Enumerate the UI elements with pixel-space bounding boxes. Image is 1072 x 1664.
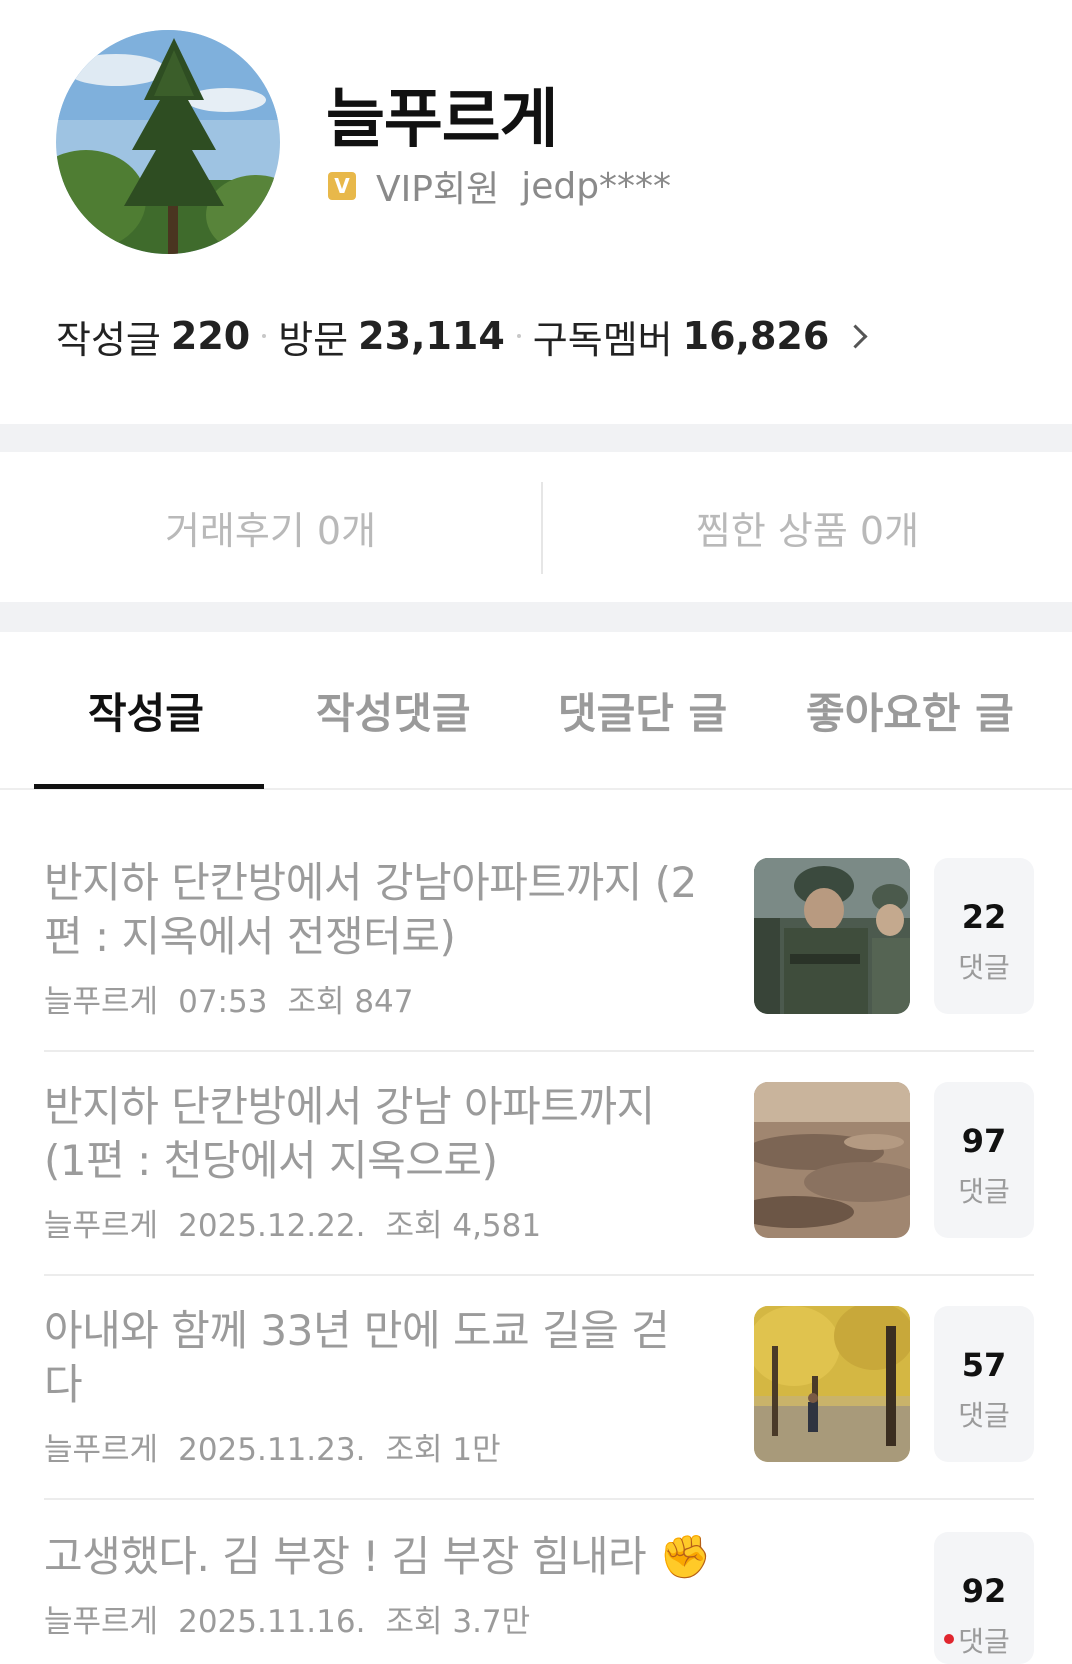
chevron-right-icon[interactable] [843, 323, 868, 349]
post-meta: 늘푸르게 2025.11.16. 조회 3.7만 [44, 1596, 550, 1641]
post-item[interactable]: 고생했다. 김 부장 ! 김 부장 힘내라 ✊ 늘푸르게 2025.11.16. 조… [44, 1530, 1034, 1664]
post-title[interactable]: 반지하 단칸방에서 강남 아파트까지 (1편 : 천당에서 지옥으로) [44, 1080, 704, 1188]
member-info: V VIP회원 jedp**** [328, 165, 672, 210]
post-divider [44, 1050, 1034, 1052]
tab-posts[interactable]: 작성글 [88, 680, 204, 741]
stat-subscribers-label: 구독멤버 [532, 317, 673, 362]
post-item[interactable]: 반지하 단칸방에서 강남아파트까지 (2편 : 지옥에서 전쟁터로) 늘푸르게 0… [44, 856, 1034, 1046]
tab-liked-posts[interactable]: 좋아요한 글 [806, 680, 1014, 741]
stat-separator [262, 334, 267, 338]
comment-count-button[interactable]: 97 댓글 [934, 1082, 1034, 1238]
profile-avatar[interactable] [56, 30, 280, 254]
user-id: jedp**** [521, 165, 672, 207]
comment-count: 97 [961, 1122, 1007, 1160]
profile-nickname: 늘푸르게 [326, 83, 559, 157]
post-date: 2025.11.16. [178, 1604, 366, 1640]
post-thumbnail[interactable] [754, 858, 910, 1014]
post-date: 07:53 [178, 984, 268, 1020]
stat-posts-value: 220 [170, 314, 251, 358]
post-divider [44, 1274, 1034, 1276]
post-thumbnail[interactable] [754, 1306, 910, 1462]
section-separator [0, 424, 1072, 452]
stat-posts-label: 작성글 [56, 317, 161, 362]
comment-label: 댓글 [958, 1175, 1010, 1208]
post-item[interactable]: 아내와 함께 33년 만에 도쿄 길을 걷다 늘푸르게 2025.11.23. 조회… [44, 1304, 1034, 1494]
comment-count-button[interactable]: 57 댓글 [934, 1306, 1034, 1462]
active-tab-indicator [34, 784, 264, 789]
profile-tabs: 작성글 작성댓글 댓글단 글 좋아요한 글 [0, 632, 1072, 790]
comment-count-button[interactable]: 22 댓글 [934, 858, 1034, 1014]
vip-badge-icon: V [328, 172, 356, 200]
post-item[interactable]: 반지하 단칸방에서 강남 아파트까지 (1편 : 천당에서 지옥으로) 늘푸르게… [44, 1080, 1034, 1270]
tab-commented-posts[interactable]: 댓글단 글 [558, 680, 727, 741]
comment-label: 댓글 [958, 951, 1010, 984]
post-views: 조회 3.7만 [385, 1604, 531, 1640]
post-title[interactable]: 반지하 단칸방에서 강남아파트까지 (2편 : 지옥에서 전쟁터로) [44, 856, 704, 964]
section-separator [0, 602, 1072, 632]
post-meta: 늘푸르게 2025.11.23. 조회 1만 [44, 1424, 521, 1469]
post-author: 늘푸르게 [44, 1208, 159, 1244]
stat-visits-value: 23,114 [358, 314, 505, 358]
comment-count: 22 [961, 898, 1007, 936]
post-divider [44, 1498, 1034, 1500]
comment-count: 92 [961, 1572, 1007, 1610]
wishlist-button[interactable]: 찜한 상품 0개 [543, 452, 1072, 602]
trade-reviews-button[interactable]: 거래후기 0개 [0, 452, 541, 602]
tab-comments[interactable]: 작성댓글 [316, 680, 471, 741]
trade-summary: 거래후기 0개 찜한 상품 0개 [0, 452, 1072, 602]
profile-header: 늘푸르게 V VIP회원 jedp**** 작성글 220 방문 23,114 … [0, 0, 1072, 424]
post-views: 조회 4,581 [385, 1208, 542, 1244]
post-meta: 늘푸르게 2025.12.22. 조회 4,581 [44, 1200, 561, 1245]
comment-count-button[interactable]: 92 댓글 [934, 1532, 1034, 1664]
post-title[interactable]: 아내와 함께 33년 만에 도쿄 길을 걷다 [44, 1304, 704, 1412]
post-author: 늘푸르게 [44, 1604, 159, 1640]
post-title[interactable]: 고생했다. 김 부장 ! 김 부장 힘내라 ✊ [44, 1530, 744, 1584]
stat-subscribers-value: 16,826 [682, 314, 830, 358]
stat-visits-label: 방문 [278, 317, 349, 362]
comment-label: 댓글 [958, 1625, 1010, 1658]
post-meta: 늘푸르게 07:53 조회 847 [44, 976, 434, 1021]
stat-separator [516, 334, 521, 338]
post-views: 조회 847 [287, 984, 414, 1020]
post-thumbnail[interactable] [754, 1082, 910, 1238]
post-date: 2025.11.23. [178, 1432, 366, 1468]
post-views: 조회 1만 [385, 1432, 501, 1468]
profile-stats[interactable]: 작성글 220 방문 23,114 구독멤버 16,826 [56, 310, 868, 362]
comment-count: 57 [961, 1346, 1007, 1384]
comment-label: 댓글 [958, 1399, 1010, 1432]
post-date: 2025.12.22. [178, 1208, 366, 1244]
post-author: 늘푸르게 [44, 1432, 159, 1468]
post-author: 늘푸르게 [44, 984, 159, 1020]
member-grade: VIP회원 [376, 169, 500, 210]
